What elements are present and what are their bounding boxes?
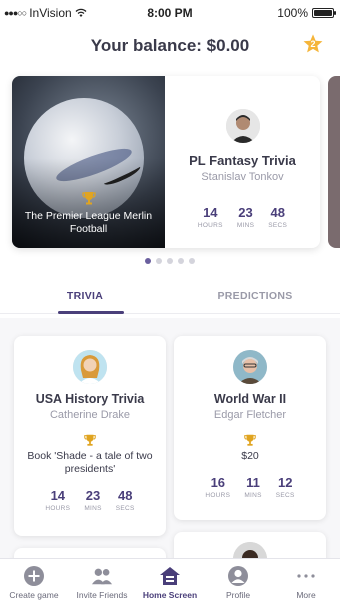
featured-quiz-info: PL Fantasy Trivia Stanislav Tonkov 14 HO… bbox=[165, 76, 320, 248]
timer-label: HOURS bbox=[205, 492, 231, 499]
battery-percent: 100% bbox=[277, 6, 308, 20]
page-dot[interactable] bbox=[156, 258, 162, 264]
quiz-title: PL Fantasy Trivia bbox=[189, 153, 296, 168]
carousel-page-indicator bbox=[0, 258, 340, 264]
timer-mins: 11 MINS bbox=[244, 475, 261, 499]
balance-title: Your balance: $0.00 bbox=[90, 36, 250, 55]
bottom-navigation: Create game Invite Friends Home Screen P… bbox=[0, 558, 340, 605]
tab-predictions[interactable]: PREDICTIONS bbox=[170, 278, 340, 313]
timer-label: MINS bbox=[244, 492, 262, 499]
signal-dots-icon: ●●●○○ bbox=[4, 8, 27, 18]
nav-label: Create game bbox=[9, 589, 59, 600]
quiz-prize: Book 'Shade - a tale of two presidents' bbox=[27, 450, 153, 475]
featured-quiz-card[interactable]: The Premier League Merlin Football PL Fa… bbox=[12, 76, 320, 248]
nav-more[interactable]: More bbox=[272, 559, 340, 605]
timer-secs: 12 SECS bbox=[276, 475, 295, 499]
carrier-name: InVision bbox=[29, 6, 72, 20]
timer-secs: 48 SECS bbox=[116, 488, 135, 512]
home-icon bbox=[159, 565, 181, 587]
quiz-card[interactable]: World War II Edgar Fletcher $20 16 HOURS… bbox=[174, 336, 326, 520]
quiz-card[interactable] bbox=[174, 532, 326, 558]
timer-label: HOURS bbox=[45, 505, 71, 512]
page-dot[interactable] bbox=[167, 258, 173, 264]
avatar bbox=[225, 109, 260, 143]
quiz-author: Edgar Fletcher bbox=[213, 409, 287, 421]
timer-value: 48 bbox=[117, 488, 133, 503]
star-badge[interactable]: 2 bbox=[302, 33, 324, 55]
trophy-icon bbox=[244, 434, 256, 446]
timer-label: HOURS bbox=[197, 222, 223, 229]
page-dot[interactable] bbox=[189, 258, 195, 264]
timer-hours: 16 HOURS bbox=[205, 475, 230, 499]
quiz-title: USA History Trivia bbox=[35, 392, 145, 406]
nav-profile[interactable]: Profile bbox=[204, 559, 272, 605]
wifi-icon bbox=[75, 8, 87, 17]
plus-circle-icon bbox=[23, 565, 45, 587]
star-count: 2 bbox=[310, 39, 316, 49]
quiz-author: Stanislav Tonkov bbox=[201, 171, 284, 183]
quiz-card[interactable]: USA History Trivia Catherine Drake Book … bbox=[14, 336, 166, 536]
battery-info: 100% bbox=[277, 6, 336, 20]
game-type-tabs: TRIVIA PREDICTIONS bbox=[0, 278, 340, 314]
avatar bbox=[233, 350, 267, 384]
page-dot[interactable] bbox=[178, 258, 184, 264]
timer-hours: 14 HOURS bbox=[45, 488, 70, 512]
quiz-card[interactable] bbox=[14, 548, 166, 558]
timer-mins: 23 MINS bbox=[237, 205, 254, 229]
trophy-icon bbox=[82, 192, 96, 205]
timer-value: 23 bbox=[238, 205, 253, 220]
timer-hours: 14 HOURS bbox=[198, 205, 223, 229]
timer-value: 11 bbox=[246, 475, 260, 490]
countdown-timer: 14 HOURS 23 MINS 48 SECS bbox=[198, 205, 287, 229]
timer-value: 16 bbox=[210, 475, 226, 490]
prize-image: The Premier League Merlin Football bbox=[12, 76, 165, 248]
nav-label: More bbox=[296, 589, 316, 600]
person-icon bbox=[227, 565, 249, 587]
countdown-timer: 16 HOURS 11 MINS 12 SECS bbox=[205, 475, 294, 499]
timer-value: 12 bbox=[277, 475, 293, 490]
timer-label: MINS bbox=[236, 222, 255, 229]
timer-value: 14 bbox=[50, 488, 66, 503]
countdown-timer: 14 HOURS 23 MINS 48 SECS bbox=[45, 488, 134, 512]
prize-caption: The Premier League Merlin Football bbox=[24, 210, 153, 235]
timer-value: 14 bbox=[203, 205, 218, 220]
page-dot[interactable] bbox=[145, 258, 151, 264]
timer-mins: 23 MINS bbox=[84, 488, 101, 512]
avatar bbox=[233, 542, 267, 558]
timer-label: SECS bbox=[275, 492, 295, 499]
more-dots-icon bbox=[295, 565, 317, 587]
nav-label: Home Screen bbox=[142, 589, 198, 600]
tab-trivia[interactable]: TRIVIA bbox=[0, 278, 170, 314]
avatar bbox=[73, 350, 107, 384]
nav-invite-friends[interactable]: Invite Friends bbox=[68, 559, 136, 605]
balance-header: Your balance: $0.00 2 bbox=[0, 26, 340, 66]
timer-secs: 48 SECS bbox=[268, 205, 287, 229]
nav-label: Profile bbox=[225, 589, 251, 600]
nav-home-screen[interactable]: Home Screen bbox=[136, 559, 204, 605]
battery-icon bbox=[312, 8, 336, 18]
trophy-icon bbox=[84, 434, 96, 446]
timer-label: SECS bbox=[268, 222, 288, 229]
status-bar: ●●●○○ InVision 8:00 PM 100% bbox=[0, 0, 340, 26]
nav-create-game[interactable]: Create game bbox=[0, 559, 68, 605]
timer-label: SECS bbox=[115, 505, 135, 512]
carrier-info: ●●●○○ InVision bbox=[4, 6, 87, 20]
timer-label: MINS bbox=[84, 505, 102, 512]
timer-value: 48 bbox=[270, 205, 285, 220]
quiz-grid: USA History Trivia Catherine Drake Book … bbox=[0, 318, 340, 558]
people-icon bbox=[91, 565, 113, 587]
nav-label: Invite Friends bbox=[76, 589, 128, 600]
quiz-prize: $20 bbox=[241, 450, 259, 462]
quiz-title: World War II bbox=[213, 392, 287, 406]
featured-carousel[interactable]: The Premier League Merlin Football PL Fa… bbox=[0, 76, 340, 248]
quiz-author: Catherine Drake bbox=[49, 409, 131, 421]
timer-value: 23 bbox=[85, 488, 101, 503]
next-featured-card[interactable] bbox=[328, 76, 340, 248]
